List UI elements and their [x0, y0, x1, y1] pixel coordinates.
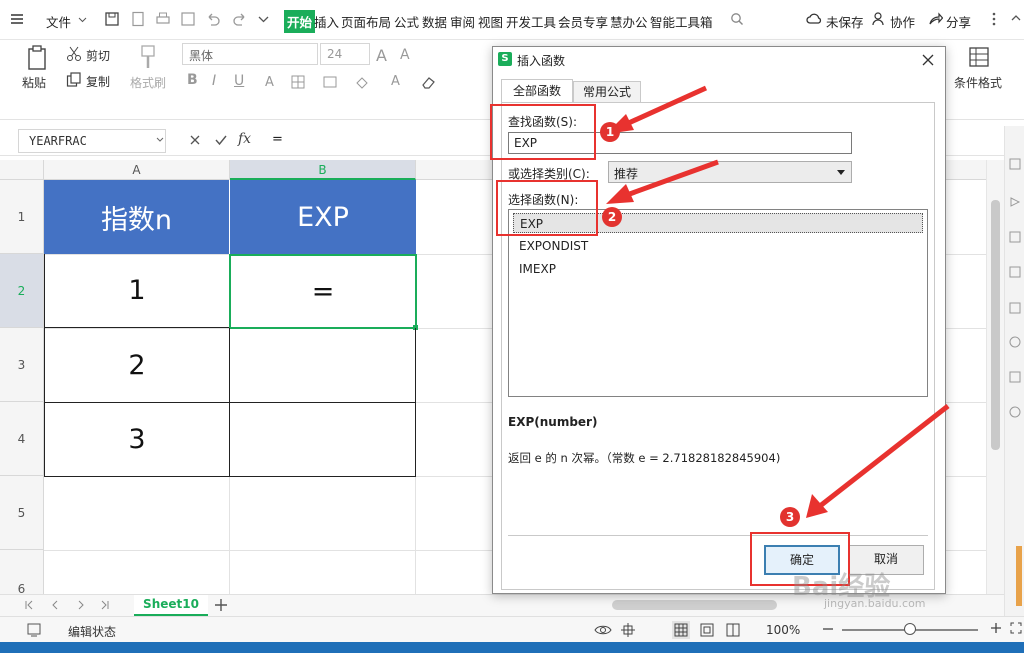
- annotation-badge-3: 3: [780, 507, 800, 527]
- annotation-arrow-2: [623, 159, 719, 199]
- annotation-badge-2: 2: [602, 207, 622, 227]
- annotation-arrowhead-2: [606, 184, 634, 204]
- annotation-arrows: [606, 85, 950, 518]
- annotation-arrow-3: [818, 404, 950, 508]
- annotation-badge-1: 1: [600, 122, 620, 142]
- annotation-arrow-1: [620, 85, 708, 129]
- watermark-url: jingyan.baidu.com: [824, 597, 926, 610]
- annotation-arrowhead-3: [806, 494, 828, 518]
